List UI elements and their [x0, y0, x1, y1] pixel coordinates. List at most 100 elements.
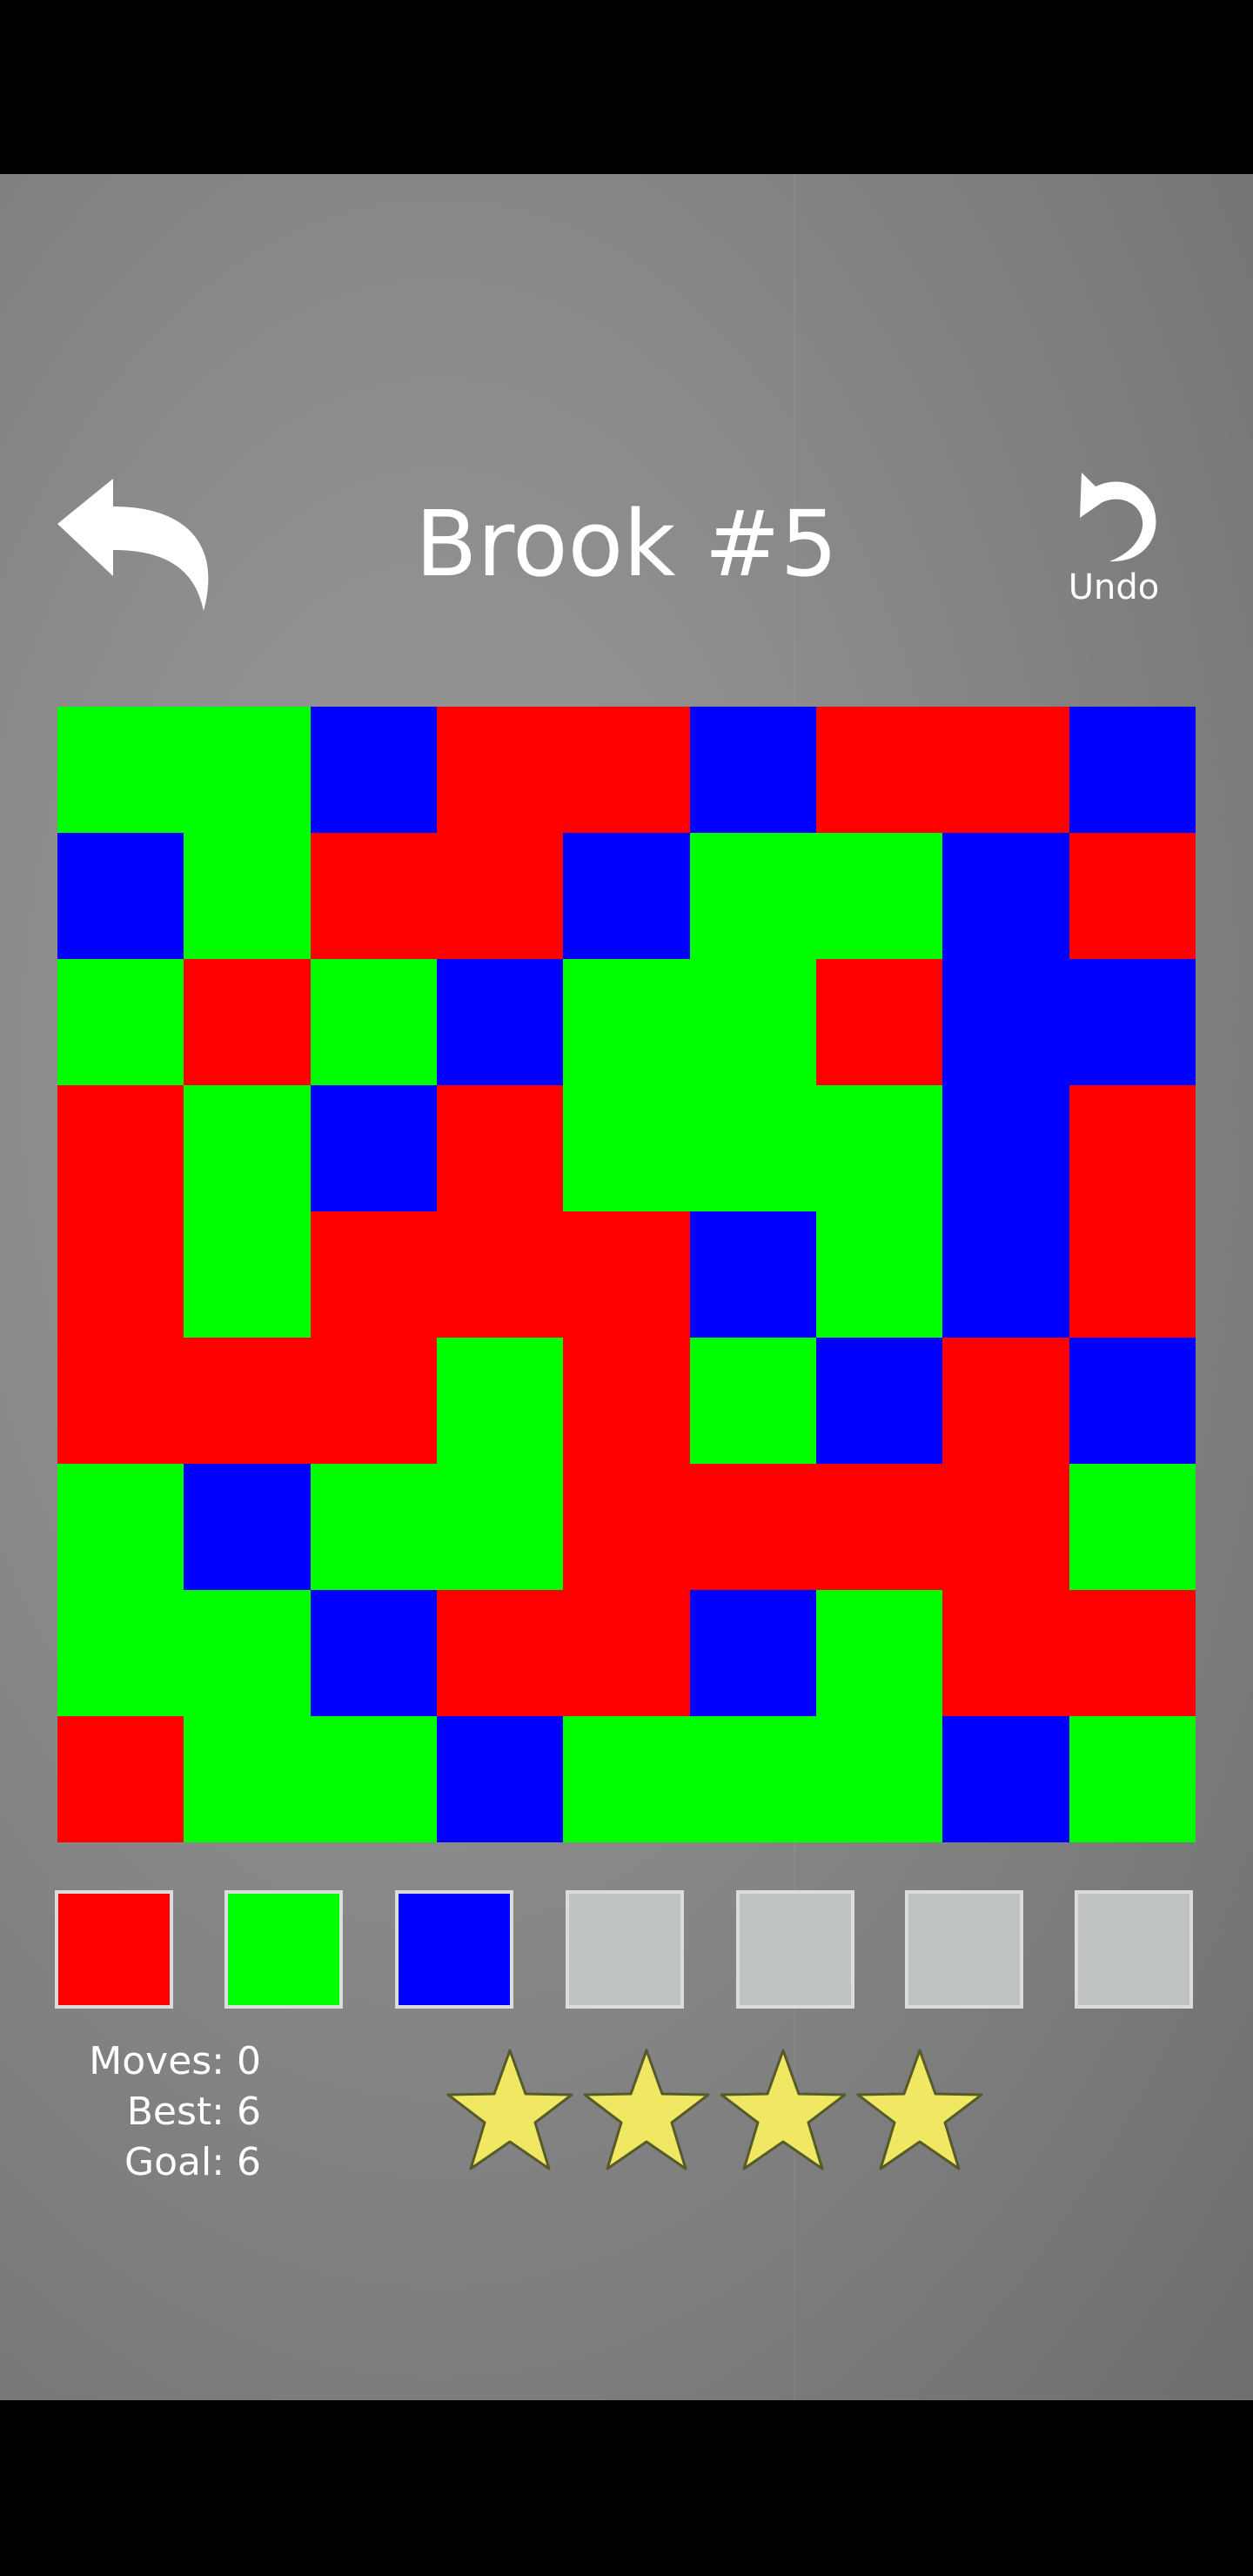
board-cell[interactable]: [184, 833, 311, 959]
board-cell[interactable]: [563, 1085, 690, 1211]
board-cell[interactable]: [436, 959, 564, 1085]
board-cell[interactable]: [1069, 833, 1196, 959]
board-cell[interactable]: [310, 1590, 437, 1716]
board-cell[interactable]: [942, 959, 1069, 1085]
board-cell[interactable]: [563, 1338, 690, 1464]
board-cell[interactable]: [563, 959, 690, 1085]
board-cell[interactable]: [436, 1211, 564, 1338]
board-cell[interactable]: [184, 1338, 311, 1464]
board-cell[interactable]: [310, 1338, 437, 1464]
back-button[interactable]: [50, 470, 216, 618]
board-cell[interactable]: [563, 707, 690, 833]
board-cell[interactable]: [57, 707, 184, 833]
board-cell[interactable]: [689, 1211, 816, 1338]
board-cell[interactable]: [1069, 1338, 1196, 1464]
board-cell[interactable]: [1069, 1716, 1196, 1842]
board-cell[interactable]: [57, 833, 184, 959]
color-swatch-active[interactable]: [395, 1890, 513, 2009]
board-cell[interactable]: [310, 1085, 437, 1211]
board-cell[interactable]: [815, 959, 943, 1085]
board-cell[interactable]: [310, 833, 437, 959]
board-cell[interactable]: [57, 959, 184, 1085]
board-cell[interactable]: [689, 833, 816, 959]
board-cell[interactable]: [689, 1716, 816, 1842]
board-cell[interactable]: [57, 1590, 184, 1716]
board-cell[interactable]: [942, 1085, 1069, 1211]
board-cell[interactable]: [942, 1211, 1069, 1338]
game-board: [57, 707, 1196, 1842]
board-cell[interactable]: [184, 1211, 311, 1338]
board-cell[interactable]: [184, 707, 311, 833]
board-cell[interactable]: [942, 833, 1069, 959]
star-icon: [854, 2045, 986, 2177]
board-cell[interactable]: [1069, 1590, 1196, 1716]
board-cell[interactable]: [815, 1464, 943, 1590]
board-cell[interactable]: [184, 1590, 311, 1716]
board-cell[interactable]: [184, 959, 311, 1085]
board-cell[interactable]: [57, 1464, 184, 1590]
undo-label: Undo: [1068, 567, 1160, 607]
board-cell[interactable]: [563, 1464, 690, 1590]
board-cell[interactable]: [689, 707, 816, 833]
board-cell[interactable]: [942, 1464, 1069, 1590]
board-cell[interactable]: [1069, 1211, 1196, 1338]
board-cell[interactable]: [57, 1716, 184, 1842]
board-cell[interactable]: [1069, 707, 1196, 833]
board-cell[interactable]: [815, 707, 943, 833]
board-cell[interactable]: [689, 1464, 816, 1590]
board-cell[interactable]: [942, 707, 1069, 833]
board-cell[interactable]: [815, 833, 943, 959]
board-cell[interactable]: [184, 1464, 311, 1590]
board-cell[interactable]: [436, 1338, 564, 1464]
goal-score: Goal: 6: [124, 2140, 261, 2184]
color-swatch-inactive[interactable]: [1075, 1890, 1193, 2009]
color-swatch-inactive[interactable]: [905, 1890, 1023, 2009]
board-cell[interactable]: [436, 1590, 564, 1716]
board-cell[interactable]: [563, 1716, 690, 1842]
board-cell[interactable]: [563, 833, 690, 959]
board-cell[interactable]: [1069, 1085, 1196, 1211]
board-cell[interactable]: [689, 1590, 816, 1716]
star-icon: [717, 2045, 849, 2177]
best-score: Best: 6: [126, 2090, 261, 2134]
board-cell[interactable]: [184, 1716, 311, 1842]
board-cell[interactable]: [563, 1211, 690, 1338]
board-cell[interactable]: [57, 1211, 184, 1338]
board-cell[interactable]: [689, 959, 816, 1085]
board-cell[interactable]: [310, 707, 437, 833]
star-icon: [444, 2045, 576, 2177]
board-cell[interactable]: [942, 1716, 1069, 1842]
board-cell[interactable]: [815, 1716, 943, 1842]
board-cell[interactable]: [563, 1590, 690, 1716]
board-cell[interactable]: [184, 1085, 311, 1211]
board-cell[interactable]: [815, 1211, 943, 1338]
board-cell[interactable]: [815, 1338, 943, 1464]
board-cell[interactable]: [942, 1590, 1069, 1716]
board-cell[interactable]: [310, 1211, 437, 1338]
board-cell[interactable]: [815, 1085, 943, 1211]
board-cell[interactable]: [310, 1716, 437, 1842]
board-cell[interactable]: [436, 833, 564, 959]
board-cell[interactable]: [815, 1590, 943, 1716]
board-cell[interactable]: [942, 1338, 1069, 1464]
board-cell[interactable]: [436, 1464, 564, 1590]
color-swatch-inactive[interactable]: [736, 1890, 854, 2009]
board-cell[interactable]: [57, 1338, 184, 1464]
board-cell[interactable]: [689, 1338, 816, 1464]
board-cell[interactable]: [1069, 959, 1196, 1085]
board-cell[interactable]: [436, 1085, 564, 1211]
board-cell[interactable]: [436, 707, 564, 833]
color-swatch-inactive[interactable]: [566, 1890, 684, 2009]
star-icon: [580, 2045, 713, 2177]
color-swatch-active[interactable]: [55, 1890, 173, 2009]
board-cell[interactable]: [1069, 1464, 1196, 1590]
board-cell[interactable]: [310, 959, 437, 1085]
stats-panel: Moves: 0 Best: 6 Goal: 6: [52, 2036, 261, 2188]
color-swatch-active[interactable]: [224, 1890, 343, 2009]
board-cell[interactable]: [436, 1716, 564, 1842]
back-arrow-icon: [57, 479, 209, 611]
board-cell[interactable]: [689, 1085, 816, 1211]
undo-button[interactable]: Undo: [1053, 466, 1175, 614]
board-cell[interactable]: [310, 1464, 437, 1590]
board-cell[interactable]: [57, 1085, 184, 1211]
